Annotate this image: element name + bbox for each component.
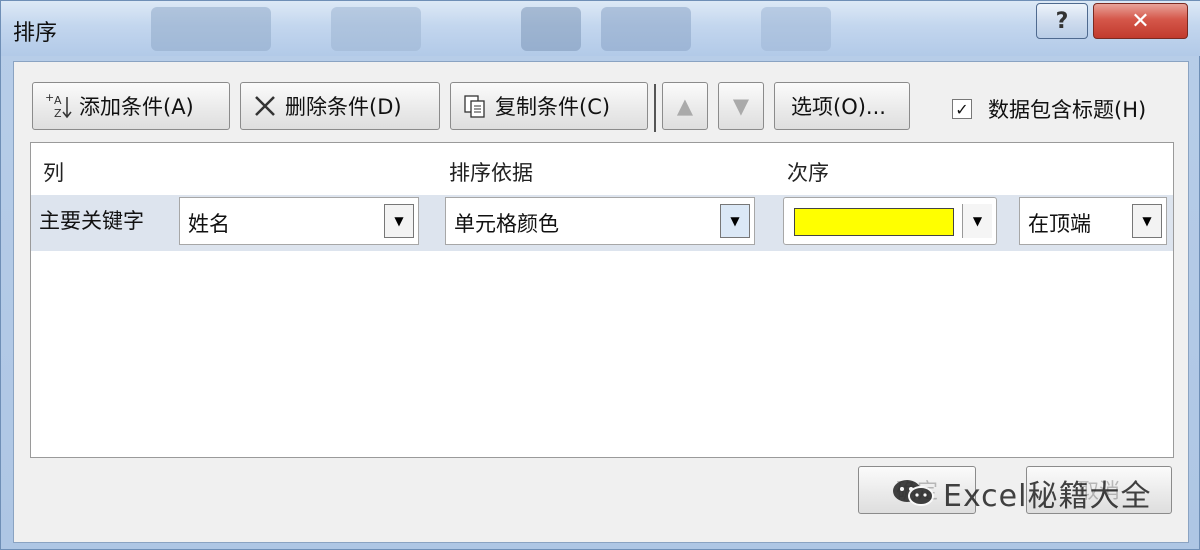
arrow-up-icon: ▲ — [676, 94, 694, 118]
grid-header: 列 排序依据 次序 — [31, 143, 1173, 191]
header-checkbox-label: 数据包含标题(H) — [988, 98, 1147, 122]
close-button[interactable]: ✕ — [1093, 3, 1188, 39]
sort-dialog: 排序 ? ✕ + A Z 添加条件(A) 删除条件(D) 复制条件(C) ▲ ▼… — [0, 0, 1200, 550]
sort-on-dropdown-value: 单元格颜色 — [454, 212, 559, 236]
sort-level-row[interactable]: 主要关键字 姓名 ▼ 单元格颜色 ▼ ▼ 在顶端 ▼ — [31, 195, 1173, 251]
svg-text:Z: Z — [54, 107, 62, 120]
header-checkbox[interactable]: ✓ — [952, 99, 972, 119]
wechat-icon — [891, 478, 935, 508]
options-label: 选项(O)... — [791, 95, 886, 119]
copy-icon — [461, 92, 489, 120]
delete-x-icon — [251, 92, 279, 120]
title-bar[interactable]: 排序 ? ✕ — [1, 1, 1200, 56]
copy-condition-button[interactable]: 复制条件(C) — [450, 82, 648, 130]
column-header: 列 — [43, 161, 64, 185]
move-down-button[interactable]: ▼ — [718, 82, 764, 130]
help-button[interactable]: ? — [1036, 3, 1088, 39]
column-dropdown-value: 姓名 — [188, 212, 230, 236]
order-color-dropdown[interactable]: ▼ — [783, 197, 997, 245]
order-position-value: 在顶端 — [1028, 212, 1091, 236]
header-checkbox-row[interactable]: ✓ 数据包含标题(H) — [952, 94, 1146, 124]
close-icon: ✕ — [1131, 8, 1150, 34]
svg-text:A: A — [54, 94, 62, 107]
svg-text:+: + — [45, 91, 54, 104]
move-up-button[interactable]: ▲ — [662, 82, 708, 130]
watermark-text: Excel秘籍大全 — [943, 479, 1152, 514]
chevron-down-icon[interactable]: ▼ — [720, 204, 750, 238]
sort-on-header: 排序依据 — [449, 161, 533, 185]
help-icon: ? — [1055, 8, 1069, 34]
window-title: 排序 — [13, 21, 58, 46]
options-button[interactable]: 选项(O)... — [774, 82, 910, 130]
watermark: Excel秘籍大全 — [891, 471, 1151, 515]
sort-az-icon: + A Z — [43, 91, 73, 121]
chevron-down-icon[interactable]: ▼ — [384, 204, 414, 238]
color-swatch — [794, 208, 954, 236]
chevron-down-icon[interactable]: ▼ — [1132, 204, 1162, 238]
arrow-down-icon: ▼ — [732, 94, 750, 118]
add-condition-button[interactable]: + A Z 添加条件(A) — [32, 82, 230, 130]
toolbar-separator — [654, 84, 656, 132]
order-position-dropdown[interactable]: 在顶端 ▼ — [1019, 197, 1167, 245]
chevron-down-icon[interactable]: ▼ — [962, 204, 992, 238]
add-condition-label: 添加条件(A) — [79, 95, 194, 119]
checkmark-icon: ✓ — [955, 99, 969, 119]
delete-condition-label: 删除条件(D) — [285, 95, 402, 119]
sort-levels-grid: 列 排序依据 次序 主要关键字 姓名 ▼ 单元格颜色 ▼ ▼ 在顶端 ▼ — [30, 142, 1174, 458]
copy-condition-label: 复制条件(C) — [495, 95, 611, 119]
column-dropdown[interactable]: 姓名 ▼ — [179, 197, 419, 245]
order-header: 次序 — [787, 161, 829, 185]
delete-condition-button[interactable]: 删除条件(D) — [240, 82, 440, 130]
primary-key-label: 主要关键字 — [39, 209, 144, 233]
sort-on-dropdown[interactable]: 单元格颜色 ▼ — [445, 197, 755, 245]
